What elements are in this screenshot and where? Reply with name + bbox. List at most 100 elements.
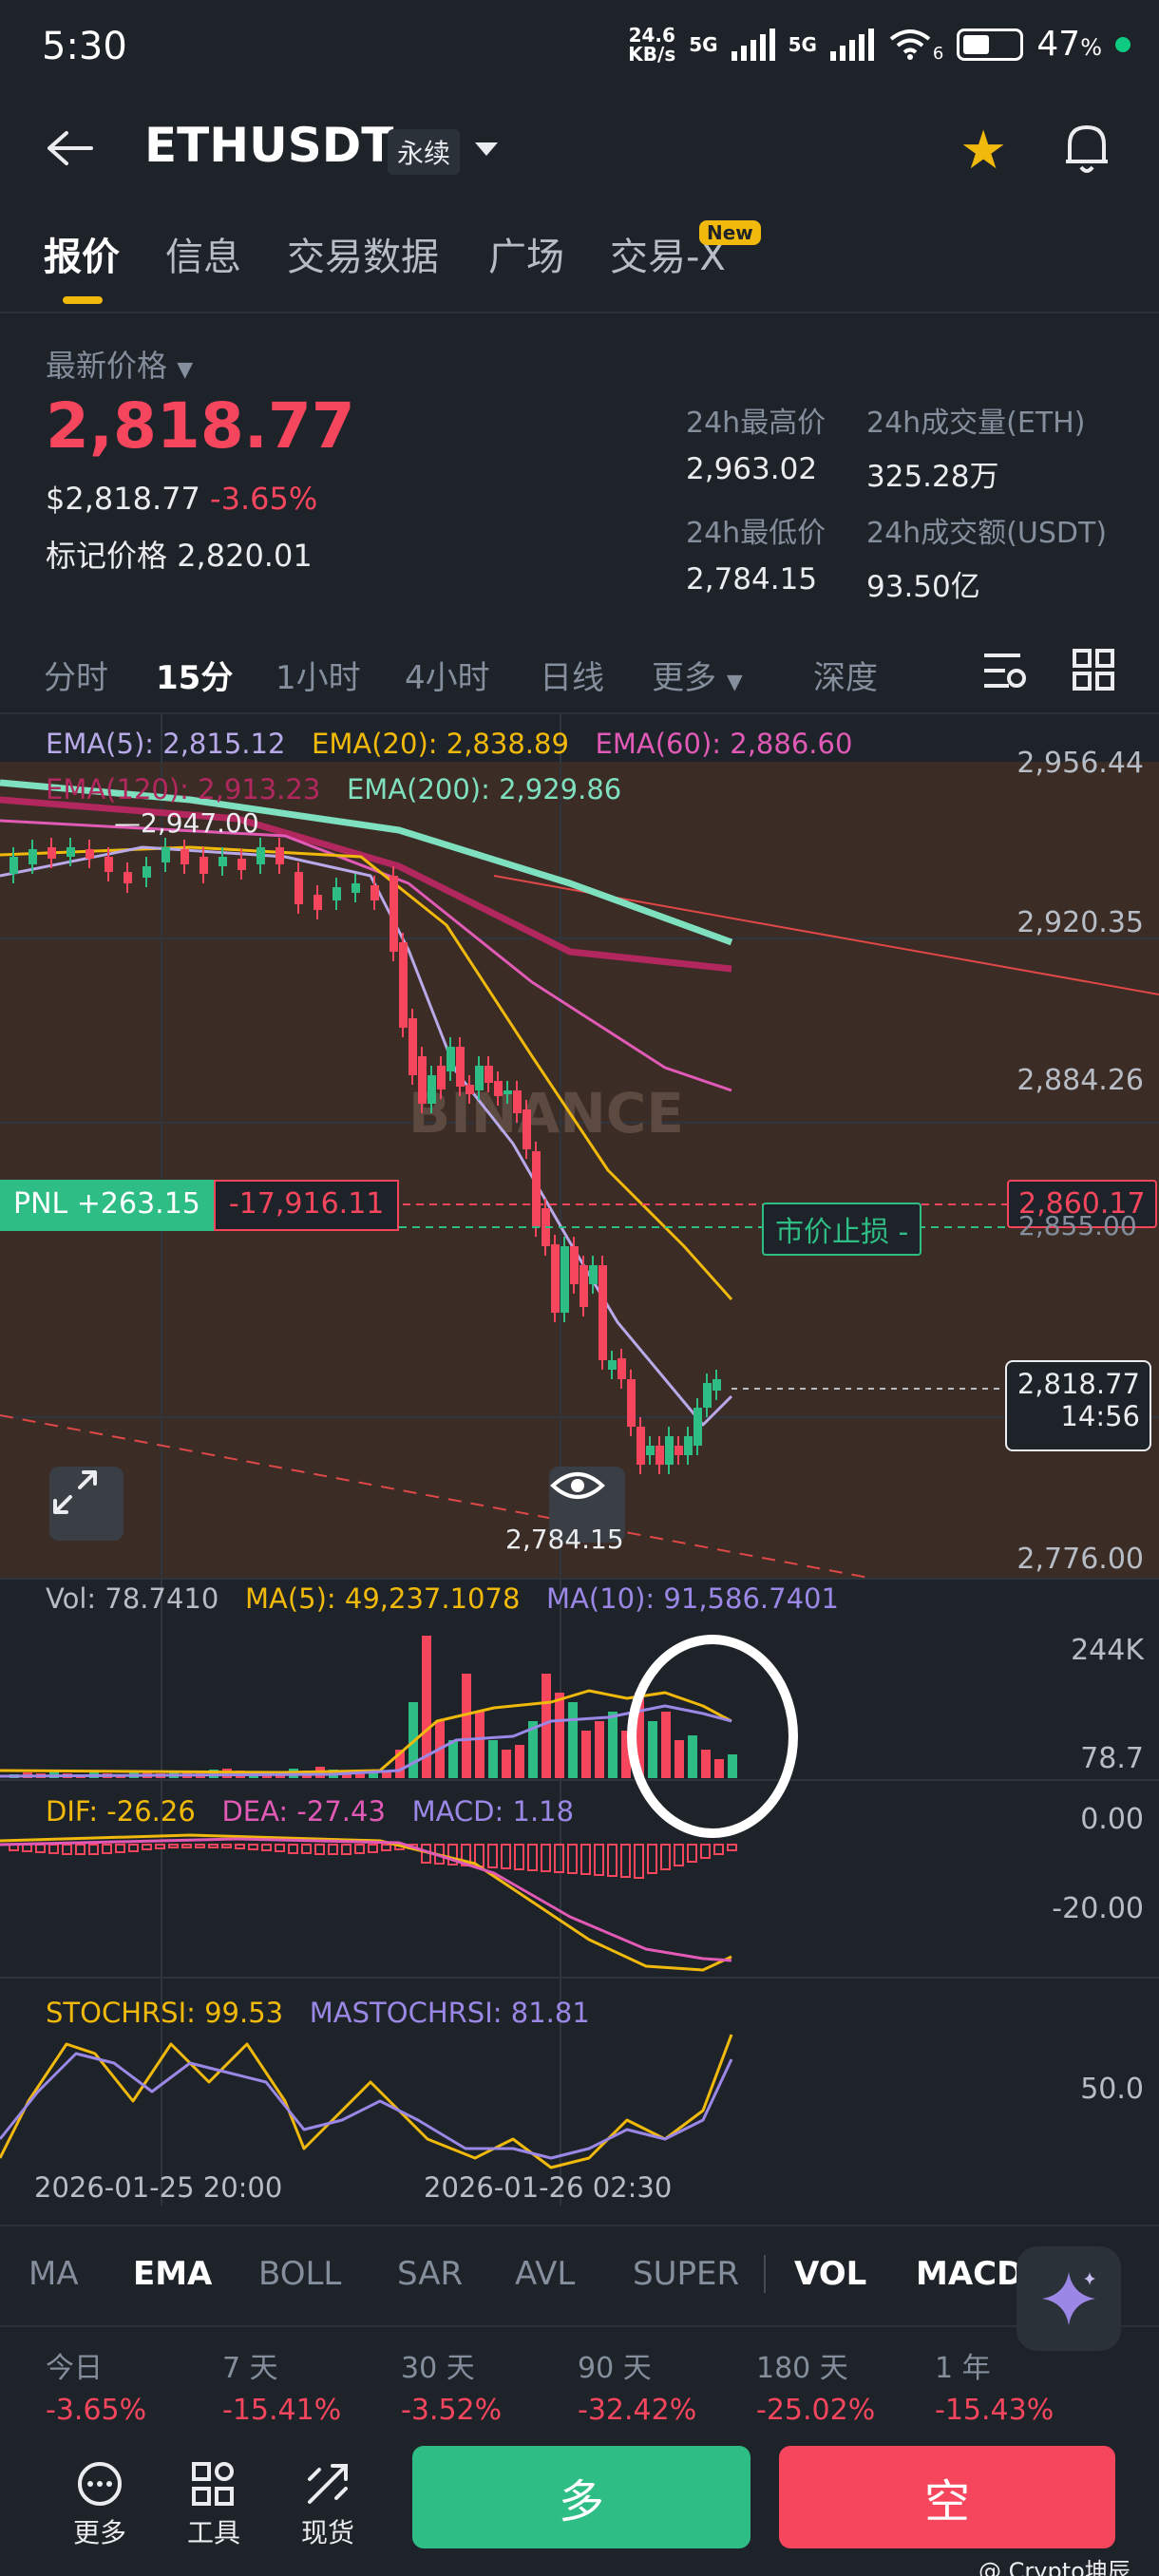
macd-hist-bar	[88, 1844, 99, 1855]
volume-bar	[674, 1740, 684, 1778]
candle-body	[399, 942, 408, 1028]
more-button[interactable]: 更多	[57, 2455, 142, 2550]
chart-area[interactable]: BINANCE EMA(5): 2,815.12 EMA(20): 2,838.…	[0, 714, 1159, 2225]
ema200-legend: EMA(200): 2,929.86	[346, 773, 622, 805]
spot-button[interactable]: 现货	[285, 2455, 370, 2550]
candle-body	[475, 1066, 484, 1090]
stat-label: 24h成交量(ETH)	[866, 407, 1086, 440]
period-today: 今日 -3.65%	[46, 2352, 147, 2427]
timeframe-4h[interactable]: 4小时	[405, 652, 490, 698]
tab-quote[interactable]: 报价	[44, 226, 120, 281]
layout-grid-icon[interactable]	[1072, 648, 1115, 691]
candle-body	[618, 1358, 626, 1379]
candle-body	[665, 1436, 674, 1465]
candle-body	[703, 1383, 712, 1408]
tab-info[interactable]: 信息	[165, 226, 241, 281]
signal-icon-2	[829, 28, 874, 61]
creator-watermark: @ Crypto坤辰	[978, 2558, 1130, 2576]
mark-price: 2,820.01	[177, 538, 313, 574]
stop-loss-tag[interactable]: 市价止损 -	[762, 1203, 922, 1256]
expand-icon	[53, 1470, 97, 1514]
favorite-star-icon[interactable]: ★	[960, 120, 1007, 181]
stat-label: 24h最高价	[686, 407, 826, 440]
candle-body	[124, 872, 132, 883]
tab-square[interactable]: 广场	[488, 226, 564, 281]
price-panel: 最新价格 ▼ 2,818.77 $2,818.77 -3.65% 标记价格 2,…	[0, 323, 1159, 608]
indicator-sar[interactable]: SAR	[397, 2255, 463, 2293]
timeframe-more[interactable]: 更多 ▼	[652, 652, 743, 698]
back-arrow-icon[interactable]	[46, 129, 93, 167]
indicator-vol[interactable]: VOL	[794, 2255, 866, 2293]
wifi-icon	[889, 28, 931, 60]
indicator-boll[interactable]: BOLL	[258, 2255, 341, 2293]
stat-value: 2,784.15	[686, 562, 818, 597]
tools-button[interactable]: 工具	[171, 2455, 256, 2550]
macd-hist-bar	[181, 1844, 192, 1848]
candle-body	[513, 1090, 522, 1113]
timeframe-1h[interactable]: 1小时	[276, 652, 361, 698]
macd-hist-bar	[248, 1844, 258, 1850]
top-header: ETHUSDT 永续 ★	[0, 95, 1159, 199]
main-tabs: 报价 信息 交易数据 广场 交易-X New	[0, 209, 1159, 313]
candle-body	[522, 1109, 531, 1149]
indicator-avl[interactable]: AVL	[515, 2255, 575, 2293]
fullscreen-button[interactable]	[49, 1467, 124, 1541]
tools-grid-icon	[192, 2462, 234, 2506]
eye-icon	[550, 1472, 605, 1499]
stat-24h-high: 24h最高价 2,963.02	[686, 399, 826, 486]
macd-hist-bar	[527, 1844, 538, 1871]
candle-body	[10, 857, 18, 874]
tools-label: 工具	[186, 2517, 240, 2548]
volume-bars	[0, 1636, 737, 1778]
tab-trade-data[interactable]: 交易数据	[287, 226, 439, 281]
timeframe-depth[interactable]: 深度	[813, 652, 878, 698]
indicator-super[interactable]: SUPER	[633, 2255, 739, 2293]
short-button[interactable]: 空	[779, 2446, 1115, 2548]
chart-settings-icon[interactable]	[980, 648, 1028, 693]
volume-bar	[661, 1712, 671, 1778]
sparkle-icon	[1042, 2272, 1095, 2325]
macd-hist-bar	[634, 1844, 644, 1879]
candle-body	[390, 876, 398, 952]
position-pnl-tag[interactable]: PNL +263.15 -17,916.11	[0, 1180, 400, 1231]
indicator-ma[interactable]: MA	[28, 2255, 79, 2293]
stat-value: 2,963.02	[686, 452, 818, 486]
symbol-title[interactable]: ETHUSDT	[144, 118, 393, 173]
timeframe-time[interactable]: 分时	[44, 652, 108, 698]
contract-type-badge: 永续	[388, 129, 461, 175]
macd-legend: DIF: -26.26 DEA: -27.43 MACD: 1.18	[46, 1795, 574, 1828]
more-label: 更多	[72, 2517, 126, 2548]
vol-ma10-legend: MA(10): 91,586.7401	[546, 1582, 839, 1615]
bottom-action-bar: 更多 工具 现货 多 空 @ Crypto坤辰	[0, 2446, 1159, 2576]
candle-body	[142, 866, 151, 878]
indicator-ema[interactable]: EMA	[133, 2255, 212, 2293]
macd-hist-bar	[62, 1844, 72, 1855]
volume-bar	[475, 1712, 484, 1778]
macd-tick: -20.00	[1052, 1892, 1144, 1925]
macd-hist-bar	[713, 1844, 724, 1855]
macd-hist-bar	[727, 1844, 737, 1851]
volume-bar	[608, 1712, 618, 1778]
timeframe-1d[interactable]: 日线	[540, 652, 604, 698]
stochrsi-tick: 50.0	[1080, 2073, 1144, 2106]
timeframe-15m[interactable]: 15分	[156, 652, 233, 698]
symbol-dropdown-icon[interactable]	[475, 142, 498, 156]
macd-hist-bar	[700, 1844, 711, 1859]
more-dots-icon	[78, 2462, 122, 2506]
volume-bar	[688, 1735, 697, 1778]
volume-bar	[581, 1731, 591, 1778]
macd-hist-bar	[487, 1844, 498, 1868]
pnl-label: PNL +263.15	[0, 1180, 214, 1231]
mark-price-row: 标记价格 2,820.01	[46, 532, 313, 576]
candle-body	[48, 847, 56, 859]
indicator-divider	[764, 2255, 766, 2293]
indicator-macd[interactable]: MACD	[916, 2255, 1023, 2293]
volume-bar	[714, 1759, 724, 1778]
latest-price-label[interactable]: 最新价格 ▼	[46, 342, 193, 386]
stat-value: 325.28万	[866, 460, 999, 494]
bell-icon[interactable]	[1060, 120, 1113, 177]
volume-bar	[448, 1740, 458, 1778]
long-button[interactable]: 多	[412, 2446, 750, 2548]
volume-tick: 244K	[1071, 1634, 1144, 1667]
stat-value: 93.50亿	[866, 570, 980, 604]
